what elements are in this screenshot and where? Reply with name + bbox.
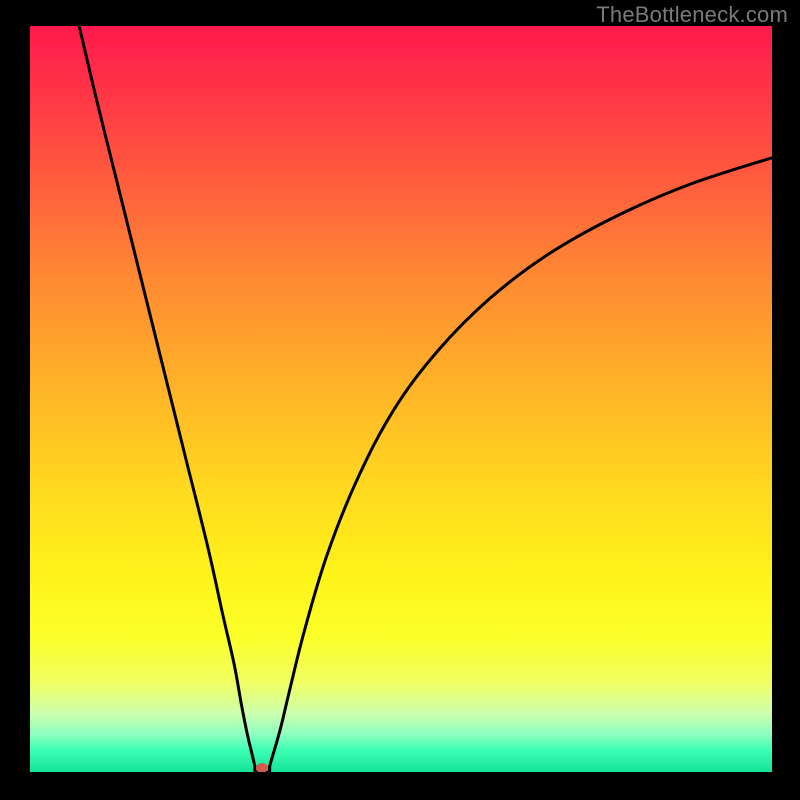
watermark-text: TheBottleneck.com xyxy=(596,2,788,28)
chart-frame: TheBottleneck.com xyxy=(0,0,800,800)
plot-area xyxy=(30,26,772,772)
minimum-marker-icon xyxy=(256,763,268,772)
bottleneck-curve xyxy=(30,26,772,772)
